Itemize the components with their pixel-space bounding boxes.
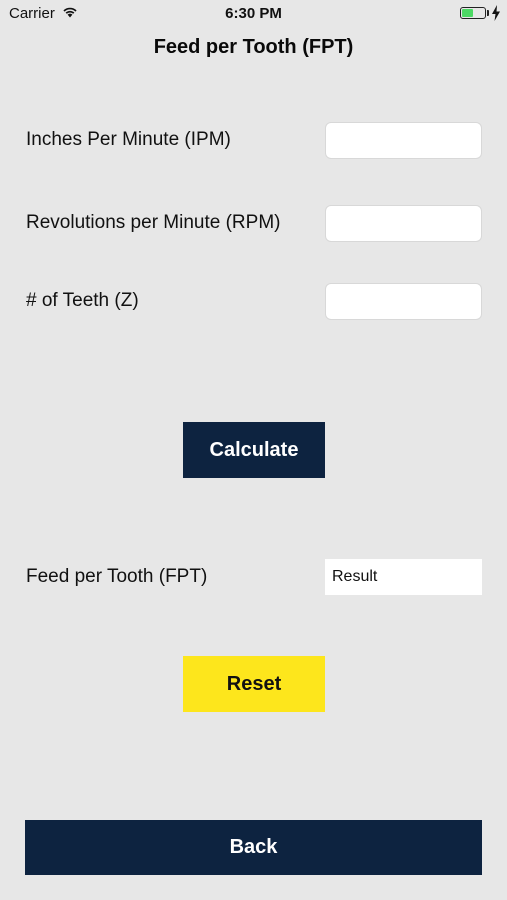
reset-button[interactable]: Reset xyxy=(183,656,325,712)
teeth-label: # of Teeth (Z) xyxy=(26,290,139,311)
fpt-result-label: Feed per Tooth (FPT) xyxy=(26,566,208,587)
page-title: Feed per Tooth (FPT) xyxy=(153,36,354,58)
fpt-result-value: Result xyxy=(325,559,482,595)
clock-time: 6:30 PM xyxy=(225,5,282,22)
bolt-icon xyxy=(492,5,500,21)
rpm-input[interactable] xyxy=(325,205,482,242)
teeth-input[interactable] xyxy=(325,283,482,320)
battery-icon xyxy=(460,7,486,19)
battery-level xyxy=(462,9,473,17)
rpm-label: Revolutions per Minute (RPM) xyxy=(26,212,281,233)
battery-tip xyxy=(487,10,489,16)
ipm-input[interactable] xyxy=(325,122,482,159)
calculate-button[interactable]: Calculate xyxy=(183,422,325,478)
ipm-label: Inches Per Minute (IPM) xyxy=(26,129,231,150)
status-bar: Carrier 6:30 PM xyxy=(0,0,507,28)
back-button[interactable]: Back xyxy=(25,820,482,875)
